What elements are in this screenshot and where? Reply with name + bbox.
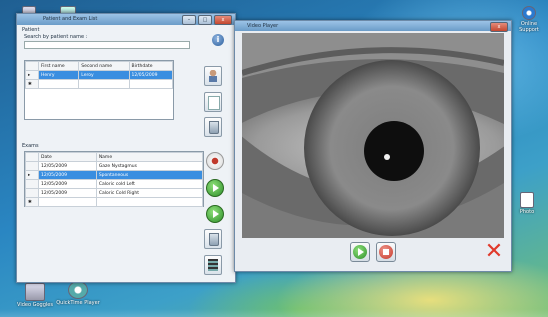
record-button[interactable] [206, 152, 224, 170]
patient-exam-window: Patient and Exam List – □ x [16, 13, 236, 283]
column-header[interactable]: Second name [78, 61, 130, 71]
table-row[interactable]: ▸ 12/05/2009 Spontaneous [25, 170, 204, 180]
film-button[interactable] [204, 255, 222, 275]
video-close-button[interactable]: x [490, 22, 508, 32]
table-row[interactable]: 12/05/2009 Gaze Nystagmus [25, 161, 204, 171]
exams-table: Date Name 12/05/2009 Gaze Nystagmus ▸ 12… [24, 151, 204, 207]
info-icon[interactable]: i [212, 34, 224, 46]
patient-birthdate [128, 79, 174, 89]
table-row[interactable]: 12/05/2009 Caloric Cold Right [25, 188, 204, 198]
desktop-icon-label: Online Support [519, 21, 539, 33]
window-title: Patient and Exam List [43, 16, 98, 22]
table-row[interactable]: 12/05/2009 Caloric cold Left [25, 179, 204, 189]
table-row-new[interactable]: ✱ [25, 197, 204, 207]
row-header [25, 161, 39, 171]
delete-exam-button[interactable] [204, 229, 222, 249]
patient-search-input[interactable] [24, 41, 190, 49]
close-button[interactable]: x [214, 15, 232, 25]
row-indicator-icon: ▸ [25, 70, 39, 80]
play-icon [213, 210, 219, 218]
exam-date: 12/05/2009 [38, 188, 97, 198]
video-window-title: Video Player [247, 23, 279, 29]
column-header[interactable]: Name [95, 152, 204, 162]
eye-image [242, 33, 504, 238]
exam-name: Caloric cold Left [95, 179, 204, 189]
exam-date: 12/05/2009 [38, 170, 97, 180]
exam-name: Spontaneous [95, 170, 204, 180]
stop-icon [379, 245, 393, 259]
patient-second-name [78, 79, 130, 89]
video-titlebar[interactable]: Video Player x [235, 21, 511, 32]
add-patient-button[interactable] [204, 66, 222, 86]
exam-date [38, 197, 97, 207]
desktop-icon-quicktime[interactable]: QuickTime Player [56, 281, 100, 306]
delete-patient-button[interactable] [204, 117, 222, 137]
desktop-icon-online-support[interactable]: Online Support [514, 6, 544, 33]
patient-group-label: Patient [22, 27, 40, 33]
search-label: Search by patient name : [24, 34, 88, 40]
table-row[interactable]: ▸ Henry Leroy 12/05/2009 [25, 70, 174, 80]
edit-patient-button[interactable] [204, 92, 222, 112]
table-corner [25, 61, 39, 71]
user-icon [209, 70, 217, 82]
new-row-icon: ✱ [25, 79, 39, 89]
exams-group-label: Exams [22, 143, 39, 149]
patient-first-name [37, 79, 80, 89]
desktop-icon-label: QuickTime Player [56, 300, 100, 306]
trash-icon [209, 233, 219, 246]
row-header [25, 188, 39, 198]
exam-date: 12/05/2009 [38, 161, 97, 171]
video-frame [242, 33, 504, 238]
video-player-window: Video Player x ✕ [234, 20, 512, 272]
maximize-button[interactable]: □ [198, 15, 212, 25]
window-titlebar[interactable]: Patient and Exam List – □ x [17, 14, 235, 25]
desktop-icon-label: Photo [519, 209, 535, 215]
minimize-button[interactable]: – [182, 15, 196, 25]
column-header[interactable]: Birthdate [128, 61, 174, 71]
column-header[interactable]: Date [38, 152, 97, 162]
video-play-button[interactable] [350, 242, 370, 262]
play-icon [213, 184, 219, 192]
video-stop-button[interactable] [376, 242, 396, 262]
play-exam-button[interactable] [206, 179, 224, 197]
play-icon [353, 245, 367, 259]
patient-birthdate: 12/05/2009 [128, 70, 174, 80]
patient-first-name: Henry [37, 70, 80, 80]
exam-name: Caloric Cold Right [95, 188, 204, 198]
row-indicator-icon: ▸ [25, 170, 39, 180]
row-header [25, 179, 39, 189]
exam-name [95, 197, 204, 207]
table-row-new[interactable]: ✱ [25, 79, 174, 89]
taskbar-area [0, 309, 548, 317]
desktop-icon-photo[interactable]: Photo [514, 192, 540, 215]
patient-second-name: Leroy [78, 70, 130, 80]
trash-icon [209, 121, 219, 134]
patient-table: First name Second name Birthdate ▸ Henry… [24, 60, 174, 120]
desktop-icon-label: Video Goggles [17, 302, 53, 308]
exam-name: Gaze Nystagmus [95, 161, 204, 171]
film-icon [208, 259, 218, 271]
exam-date: 12/05/2009 [38, 179, 97, 189]
edit-icon [208, 96, 220, 110]
table-corner [25, 152, 39, 162]
new-row-icon: ✱ [25, 197, 39, 207]
desktop-icon-video-goggles[interactable]: Video Goggles [16, 283, 54, 308]
play-exam-alt-button[interactable] [206, 205, 224, 223]
column-header[interactable]: First name [37, 61, 80, 71]
close-player-icon[interactable]: ✕ [484, 241, 504, 263]
